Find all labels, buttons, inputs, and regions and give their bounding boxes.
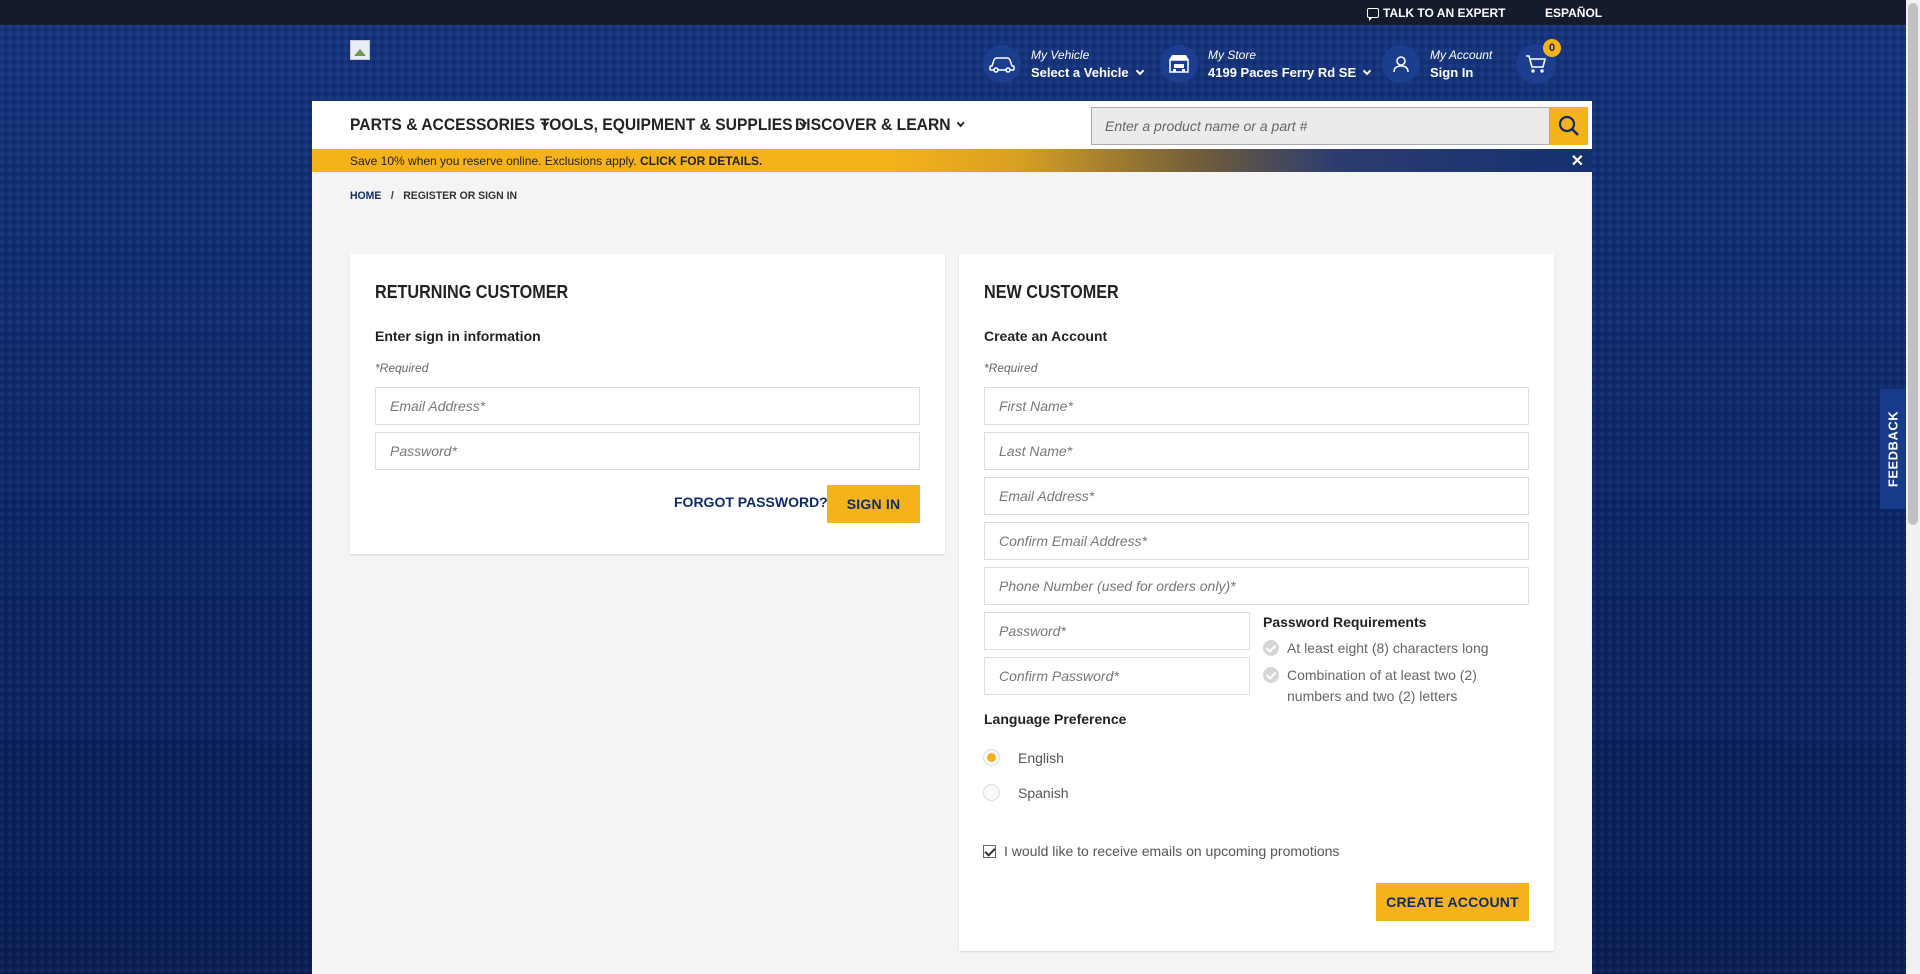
chevron-down-icon [1362, 66, 1372, 75]
radio-selected[interactable] [983, 749, 1000, 766]
checkbox-checked[interactable] [983, 844, 996, 858]
password-requirement-item: Combination of at least two (2) numbers … [1263, 665, 1533, 707]
my-vehicle-value: Select a Vehicle [1031, 65, 1129, 80]
top-utility-bar: TALK TO AN EXPERT ESPAÑOL [0, 0, 1906, 25]
main-nav: PARTS & ACCESSORIES TOOLS, EQUIPMENT & S… [312, 101, 1592, 149]
confirm-email-field[interactable] [984, 522, 1529, 560]
returning-customer-title: RETURNING CUSTOMER [375, 282, 569, 302]
promo-text: Save 10% when you reserve online. Exclus… [350, 154, 640, 168]
breadcrumb-current: REGISTER OR SIGN IN [403, 190, 518, 202]
returning-customer-subtitle: Enter sign in information [375, 328, 541, 344]
language-english-label: English [1018, 749, 1064, 766]
breadcrumb: HOME / REGISTER OR SIGN IN [350, 190, 517, 202]
search-icon [1558, 115, 1579, 136]
my-vehicle-label: My Vehicle [1031, 48, 1090, 62]
sign-in-header-label: Sign In [1430, 65, 1474, 80]
my-store-label: My Store [1208, 48, 1257, 62]
breadcrumb-separator: / [390, 190, 394, 202]
talk-to-expert-link[interactable]: TALK TO AN EXPERT [1367, 6, 1506, 21]
language-option-spanish[interactable]: Spanish [983, 784, 1069, 801]
password-requirement-item: At least eight (8) characters long [1263, 638, 1533, 659]
nav-parts-label: PARTS & ACCESSORIES [350, 115, 536, 134]
my-vehicle-selector[interactable]: My Vehicle Select a Vehicle [983, 45, 1144, 83]
confirm-password-field[interactable] [984, 657, 1250, 695]
cart-count-badge: 0 [1543, 39, 1561, 57]
talk-to-expert-label: TALK TO AN EXPERT [1383, 6, 1506, 20]
new-customer-card: NEW CUSTOMER Create an Account *Required… [959, 254, 1554, 951]
password-requirements: Password Requirements At least eight (8)… [1263, 614, 1533, 713]
password-field[interactable] [984, 612, 1250, 650]
create-account-button[interactable]: CREATE ACCOUNT [1376, 883, 1529, 921]
forgot-password-link[interactable]: FORGOT PASSWORD? [674, 494, 828, 510]
signin-password-field[interactable] [375, 432, 920, 470]
car-icon [983, 45, 1021, 83]
required-note: *Required [375, 361, 429, 375]
close-icon[interactable]: ✕ [1571, 151, 1584, 171]
email-field[interactable] [984, 477, 1529, 515]
my-account-label: My Account [1430, 48, 1493, 62]
radio-unselected[interactable] [983, 784, 1000, 801]
my-store-selector[interactable]: My Store 4199 Paces Ferry Rd SE [1160, 45, 1372, 83]
chevron-down-icon [1135, 66, 1144, 75]
promo-details-link[interactable]: CLICK FOR DETAILS. [640, 154, 762, 168]
nav-discover-label: DISCOVER & LEARN [795, 115, 951, 134]
search-button[interactable] [1550, 107, 1588, 145]
new-customer-subtitle: Create an Account [984, 328, 1108, 344]
new-customer-title: NEW CUSTOMER [984, 282, 1119, 302]
feedback-tab[interactable]: FEEDBACK [1880, 389, 1906, 509]
required-note: *Required [984, 361, 1038, 375]
chat-icon [1367, 8, 1379, 21]
cart-icon [1526, 55, 1547, 73]
scrollbar-thumb[interactable] [1908, 3, 1918, 525]
language-preference-title: Language Preference [984, 711, 1127, 727]
language-option-english[interactable]: English [983, 749, 1064, 766]
cart-button[interactable]: 0 [1516, 39, 1561, 84]
feedback-label: FEEDBACK [1885, 410, 1901, 488]
requirement-text: At least eight (8) characters long [1287, 640, 1489, 656]
my-account-link[interactable]: My Account Sign In [1382, 45, 1492, 83]
page-scrollbar[interactable] [1906, 0, 1920, 974]
requirement-text: Combination of at least two (2) numbers … [1287, 667, 1477, 704]
promo-emails-checkbox[interactable]: I would like to receive emails on upcomi… [983, 843, 1339, 859]
site-header: My Vehicle Select a Vehicle My Store 419… [312, 25, 1592, 101]
my-store-value: 4199 Paces Ferry Rd SE [1208, 65, 1357, 80]
nav-discover-learn[interactable]: DISCOVER & LEARN [795, 115, 965, 135]
password-requirements-title: Password Requirements [1263, 614, 1427, 630]
language-spanish-label: Spanish [1018, 784, 1069, 801]
returning-customer-card: RETURNING CUSTOMER Enter sign in informa… [350, 254, 945, 554]
promo-banner: Save 10% when you reserve online. Exclus… [312, 149, 1592, 172]
sign-in-button[interactable]: SIGN IN [827, 485, 920, 523]
first-name-field[interactable] [984, 387, 1529, 425]
page-content: HOME / REGISTER OR SIGN IN RETURNING CUS… [312, 172, 1592, 974]
espanol-link[interactable]: ESPAÑOL [1545, 6, 1602, 20]
nav-tools-label: TOOLS, EQUIPMENT & SUPPLIES [540, 115, 793, 134]
nav-tools-equipment[interactable]: TOOLS, EQUIPMENT & SUPPLIES [540, 115, 807, 135]
store-icon [1160, 45, 1198, 83]
logo-broken-image-icon[interactable] [350, 40, 370, 60]
last-name-field[interactable] [984, 432, 1529, 470]
nav-parts-accessories[interactable]: PARTS & ACCESSORIES [350, 115, 550, 135]
signin-email-field[interactable] [375, 387, 920, 425]
check-circle-icon [1263, 640, 1279, 656]
chevron-down-icon [956, 118, 965, 128]
check-circle-icon [1263, 667, 1279, 683]
promo-emails-label: I would like to receive emails on upcomi… [1004, 843, 1340, 859]
search-input[interactable] [1091, 107, 1550, 145]
breadcrumb-home[interactable]: HOME [350, 190, 381, 202]
user-icon [1382, 45, 1420, 83]
phone-field[interactable] [984, 567, 1529, 605]
